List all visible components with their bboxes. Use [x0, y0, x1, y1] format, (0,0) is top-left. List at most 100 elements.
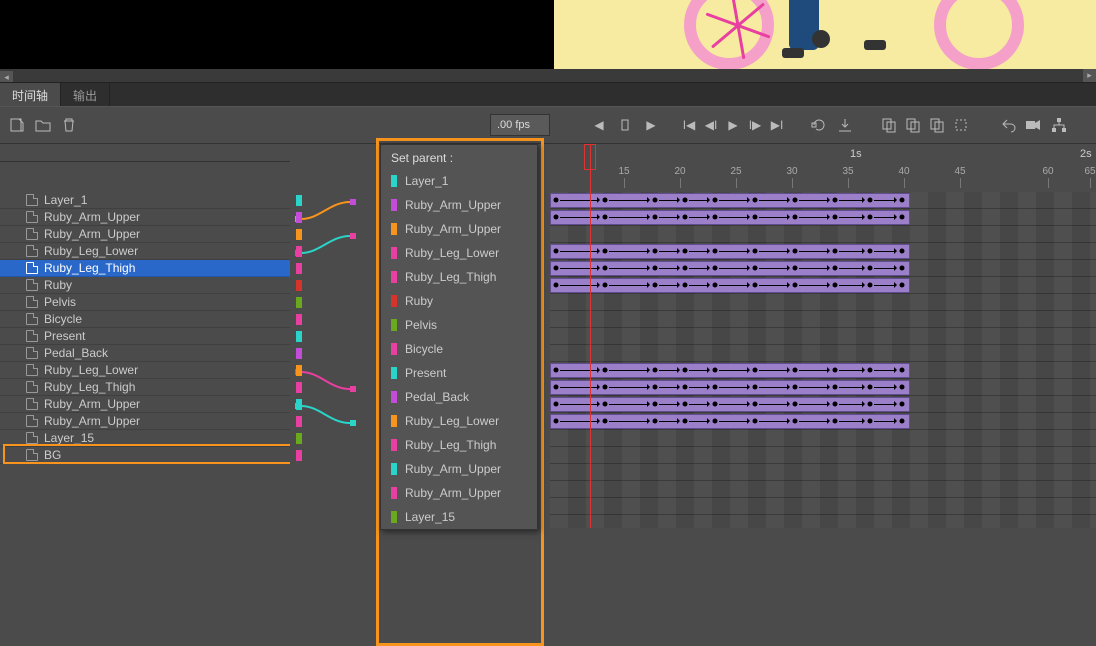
keyframe[interactable] — [683, 402, 688, 407]
keyframe[interactable] — [653, 266, 658, 271]
keyframe[interactable] — [653, 419, 658, 424]
keyframe[interactable] — [554, 402, 559, 407]
keyframe[interactable] — [868, 198, 873, 203]
keyframe[interactable] — [868, 368, 873, 373]
new-folder-icon[interactable] — [34, 116, 52, 134]
keyframe[interactable] — [793, 266, 798, 271]
undo-icon[interactable] — [1000, 116, 1018, 134]
layer-color-chip[interactable] — [296, 450, 302, 461]
keyframe[interactable] — [554, 198, 559, 203]
export-icon[interactable] — [836, 116, 854, 134]
keyframe[interactable] — [833, 283, 838, 288]
layer-color-chip[interactable] — [296, 348, 302, 359]
layer-color-chip[interactable] — [296, 399, 302, 410]
keyframe[interactable] — [554, 385, 559, 390]
keyframe[interactable] — [793, 283, 798, 288]
new-layer-icon[interactable] — [8, 116, 26, 134]
timeline-ruler[interactable]: 1s2s152025303540456065 — [550, 144, 1096, 192]
menu-item[interactable]: Pelvis — [381, 313, 537, 337]
keyframe[interactable] — [868, 249, 873, 254]
layer-color-chip[interactable] — [296, 246, 302, 257]
keyframe[interactable] — [833, 368, 838, 373]
keyframe[interactable] — [793, 402, 798, 407]
keyframe[interactable] — [713, 249, 718, 254]
menu-item[interactable]: Ruby_Arm_Upper — [381, 193, 537, 217]
step-forward-icon[interactable]: ▶ — [642, 116, 660, 134]
menu-item[interactable]: Ruby_Leg_Thigh — [381, 433, 537, 457]
layer-color-chip[interactable] — [296, 280, 302, 291]
keyframe[interactable] — [653, 283, 658, 288]
onion-b-icon[interactable] — [904, 116, 922, 134]
keyframe[interactable] — [653, 402, 658, 407]
keyframe[interactable] — [793, 215, 798, 220]
keyframe[interactable] — [554, 419, 559, 424]
keyframe[interactable] — [683, 215, 688, 220]
menu-item[interactable]: Layer_1 — [381, 169, 537, 193]
keyframe[interactable] — [603, 266, 608, 271]
keyframe[interactable] — [603, 215, 608, 220]
keyframe[interactable] — [683, 283, 688, 288]
keyframe[interactable] — [868, 402, 873, 407]
keyframe[interactable] — [554, 266, 559, 271]
keyframe[interactable] — [868, 385, 873, 390]
keyframe[interactable] — [603, 402, 608, 407]
keyframe[interactable] — [833, 266, 838, 271]
keyframe[interactable] — [900, 215, 905, 220]
menu-item[interactable]: Layer_15 — [381, 505, 537, 529]
layer-color-chip[interactable] — [296, 416, 302, 427]
layer-color-chip[interactable] — [296, 314, 302, 325]
keyframe[interactable] — [868, 283, 873, 288]
keyframe[interactable] — [833, 198, 838, 203]
play2-icon[interactable]: ▶ — [724, 116, 742, 134]
preview-horizontal-scrollbar[interactable]: ◂ ▸ — [0, 69, 1096, 82]
layer-color-chip[interactable] — [296, 433, 302, 444]
keyframe[interactable] — [868, 215, 873, 220]
hierarchy-icon[interactable] — [1050, 116, 1068, 134]
keyframe[interactable] — [753, 368, 758, 373]
keyframe[interactable] — [683, 368, 688, 373]
keyframe[interactable] — [713, 283, 718, 288]
keyframe[interactable] — [753, 385, 758, 390]
keyframe[interactable] — [554, 249, 559, 254]
keyframe[interactable] — [900, 283, 905, 288]
keyframe[interactable] — [554, 368, 559, 373]
layer-color-chip[interactable] — [296, 263, 302, 274]
keyframe[interactable] — [753, 283, 758, 288]
keyframe[interactable] — [683, 249, 688, 254]
keyframe[interactable] — [603, 419, 608, 424]
layer-color-chip[interactable] — [296, 229, 302, 240]
keyframe[interactable] — [683, 385, 688, 390]
go-end-icon[interactable]: ▶I — [768, 116, 786, 134]
keyframe[interactable] — [603, 283, 608, 288]
keyframe[interactable] — [683, 266, 688, 271]
keyframe[interactable] — [713, 368, 718, 373]
prev-frame-icon[interactable]: ◀I — [702, 116, 720, 134]
keyframe[interactable] — [653, 215, 658, 220]
scroll-right-button[interactable]: ▸ — [1083, 69, 1096, 82]
keyframe[interactable] — [753, 215, 758, 220]
keyframe[interactable] — [793, 419, 798, 424]
keyframe[interactable] — [603, 198, 608, 203]
keyframe[interactable] — [833, 402, 838, 407]
layer-color-chip[interactable] — [296, 365, 302, 376]
keyframe[interactable] — [900, 249, 905, 254]
keyframe[interactable] — [793, 198, 798, 203]
keyframe[interactable] — [713, 215, 718, 220]
onion-a-icon[interactable] — [880, 116, 898, 134]
layer-color-chip[interactable] — [296, 331, 302, 342]
layer-color-chip[interactable] — [296, 297, 302, 308]
keyframe[interactable] — [554, 283, 559, 288]
delete-icon[interactable] — [60, 116, 78, 134]
menu-item[interactable]: Ruby — [381, 289, 537, 313]
keyframe[interactable] — [793, 368, 798, 373]
keyframe[interactable] — [900, 198, 905, 203]
keyframe[interactable] — [900, 419, 905, 424]
keyframe[interactable] — [900, 368, 905, 373]
keyframe[interactable] — [603, 385, 608, 390]
keyframe[interactable] — [603, 249, 608, 254]
keyframe[interactable] — [793, 385, 798, 390]
keyframe[interactable] — [868, 266, 873, 271]
next-frame-icon[interactable]: I▶ — [746, 116, 764, 134]
keyframe[interactable] — [683, 198, 688, 203]
keyframe[interactable] — [753, 249, 758, 254]
